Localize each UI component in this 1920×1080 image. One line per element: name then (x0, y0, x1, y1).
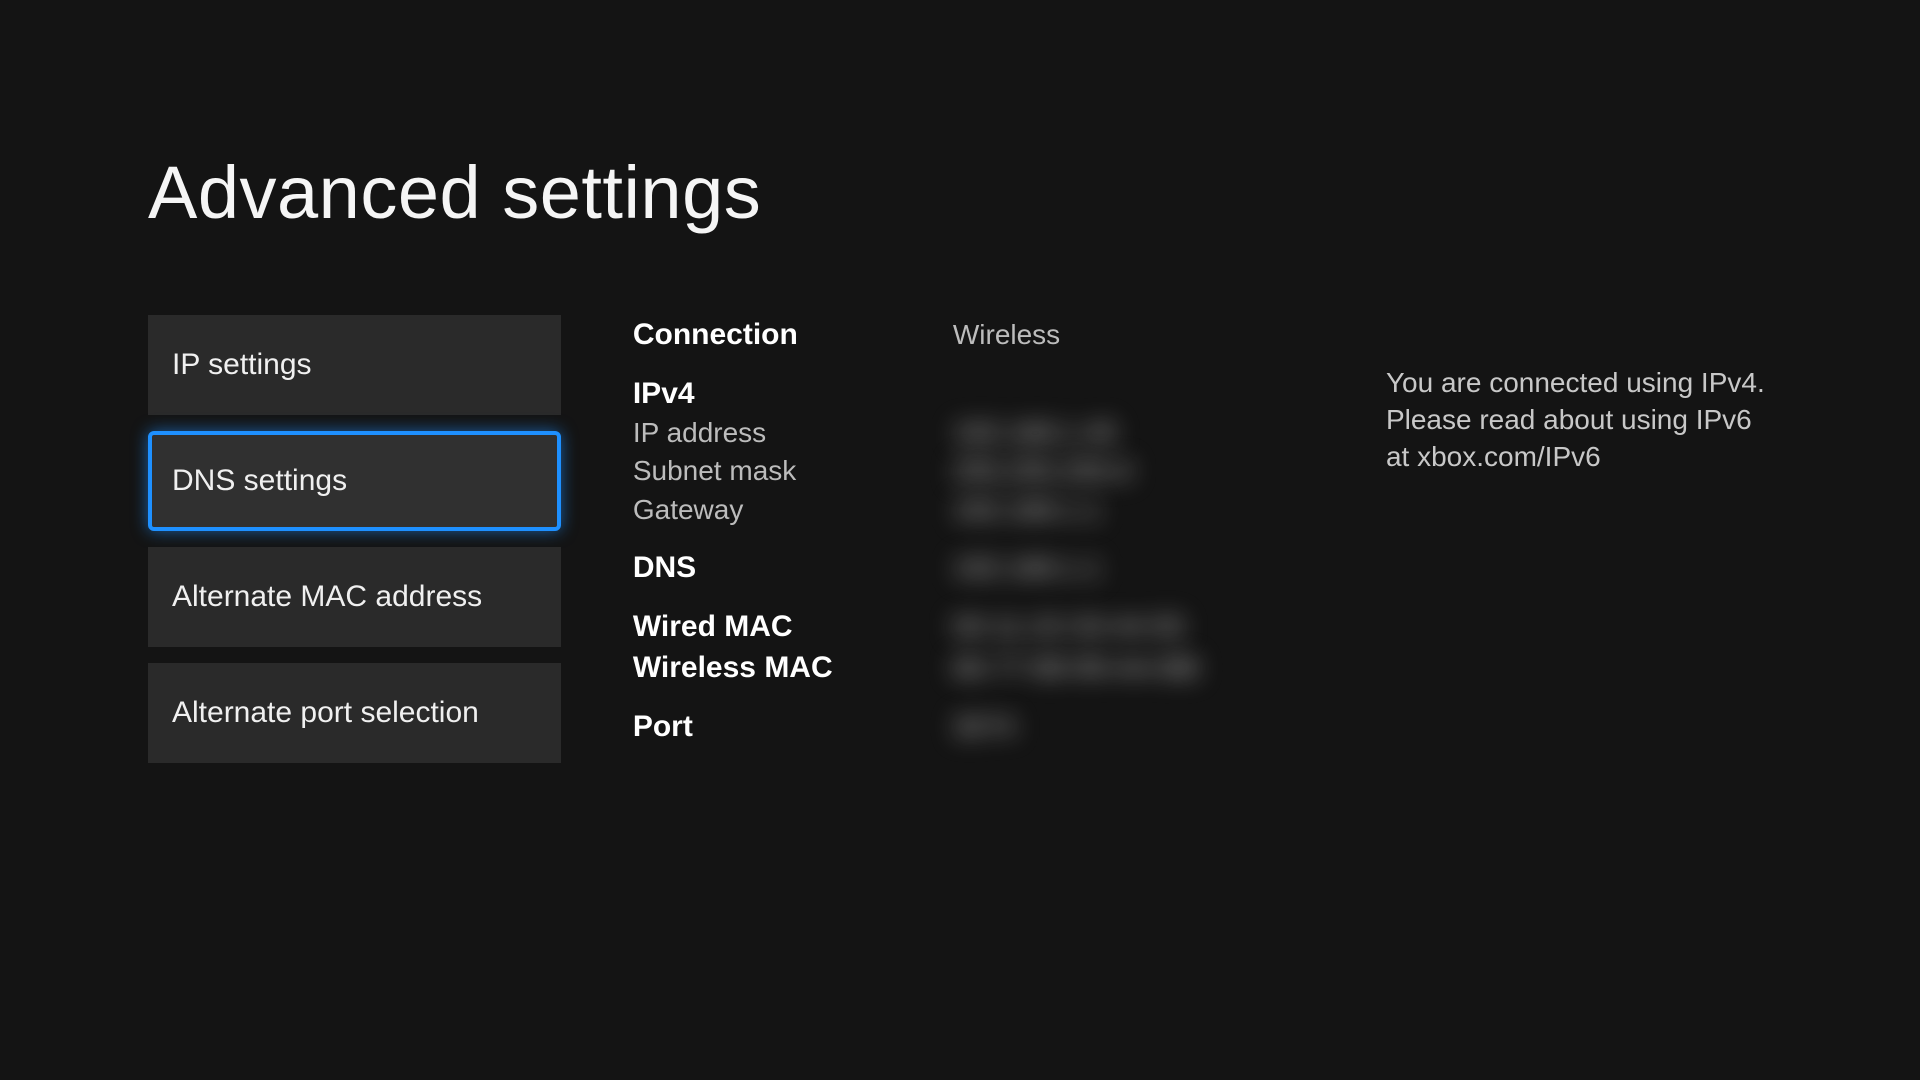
subnet-mask-value: 255.255.255.0 (953, 453, 1346, 489)
wireless-mac-value: 66-77-88-99-AA-BB (953, 650, 1346, 686)
gateway-label: Gateway (633, 492, 953, 528)
sidebar-item-label: Alternate MAC address (172, 580, 482, 614)
ip-address-label: IP address (633, 415, 953, 451)
wired-mac-label: Wired MAC (633, 607, 953, 646)
page-title: Advanced settings (148, 150, 1780, 235)
sidebar-item-label: Alternate port selection (172, 696, 479, 730)
gateway-value: 192.168.1.1 (953, 492, 1346, 528)
sidebar-item-label: IP settings (172, 348, 312, 382)
wireless-mac-label: Wireless MAC (633, 648, 953, 687)
dns-value: 192.168.1.1 (953, 550, 1346, 586)
port-label: Port (633, 707, 953, 746)
sidebar-item-label: DNS settings (172, 464, 347, 498)
sidebar-item-alternate-mac-address[interactable]: Alternate MAC address (148, 547, 561, 647)
sidebar: IP settings DNS settings Alternate MAC a… (148, 315, 561, 763)
sidebar-item-dns-settings[interactable]: DNS settings (148, 431, 561, 531)
details-panel: Connection Wireless IPv4 IP address 192.… (633, 315, 1346, 763)
info-text: You are connected using IPv4. Please rea… (1386, 365, 1780, 476)
port-value: 3074 (953, 709, 1346, 745)
subnet-mask-label: Subnet mask (633, 453, 953, 489)
connection-value: Wireless (953, 317, 1346, 353)
ipv4-label: IPv4 (633, 374, 953, 413)
connection-label: Connection (633, 315, 953, 354)
info-panel: You are connected using IPv4. Please rea… (1386, 315, 1780, 763)
dns-label: DNS (633, 548, 953, 587)
wired-mac-value: 00-11-22-33-44-55 (953, 609, 1346, 645)
ip-address-value: 192.168.1.45 (953, 415, 1346, 451)
sidebar-item-alternate-port-selection[interactable]: Alternate port selection (148, 663, 561, 763)
sidebar-item-ip-settings[interactable]: IP settings (148, 315, 561, 415)
